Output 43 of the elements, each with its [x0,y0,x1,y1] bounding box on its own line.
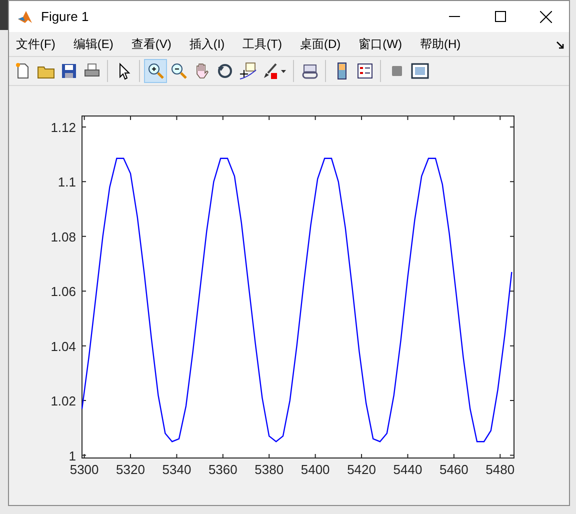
dock-arrow-icon [556,41,564,49]
maximize-icon [494,11,506,22]
legend-icon [356,62,374,80]
menu-item[interactable]: 文件(F) [16,35,56,53]
y-tick-label: 1.1 [58,174,76,190]
menu-item[interactable]: 窗口(W) [358,35,402,53]
x-tick-label: 5440 [393,462,422,477]
menu-item[interactable]: 工具(T) [242,35,282,53]
zoom-out-icon [170,62,188,80]
y-tick-label: 1.04 [50,338,76,354]
menu-item[interactable]: 插入(I) [189,35,225,53]
new-file-icon [14,62,32,80]
background-window-edge [0,0,8,30]
y-tick-label: 1.02 [50,394,76,409]
x-tick-label: 5480 [486,462,515,477]
x-tick-label: 5420 [347,462,376,477]
y-tick-label: 1.06 [50,284,76,300]
rotate-icon [216,62,234,80]
save-icon [60,62,78,80]
x-tick-label: 5360 [208,462,238,477]
x-tick-label: 5320 [116,462,145,477]
y-tick-label: 1 [68,448,76,464]
link-icon [300,62,318,80]
data-cursor-icon [238,62,256,80]
menu-item[interactable]: 桌面(D) [300,35,341,53]
toolbar-button[interactable] [144,59,167,83]
window-title: Figure 1 [41,8,89,26]
app-logo-icon [17,8,33,24]
menu-item[interactable]: 帮助(H) [420,35,461,53]
minimize-icon [448,16,460,17]
close-icon [540,10,552,22]
x-tick-label: 5460 [439,462,468,477]
x-tick-label: 5400 [300,462,330,477]
menu-item[interactable]: 编辑(E) [73,35,114,53]
menu-item[interactable]: 查看(V) [131,35,172,53]
brush-icon [261,62,287,80]
y-tick-label: 1.12 [50,120,76,135]
zoom-in-icon [146,62,164,80]
x-tick-label: 5340 [162,462,192,477]
y-tick-label: 1.08 [50,229,76,244]
x-tick-label: 5300 [70,462,99,477]
panel-icon [410,62,428,80]
x-tick-label: 5380 [254,462,284,477]
